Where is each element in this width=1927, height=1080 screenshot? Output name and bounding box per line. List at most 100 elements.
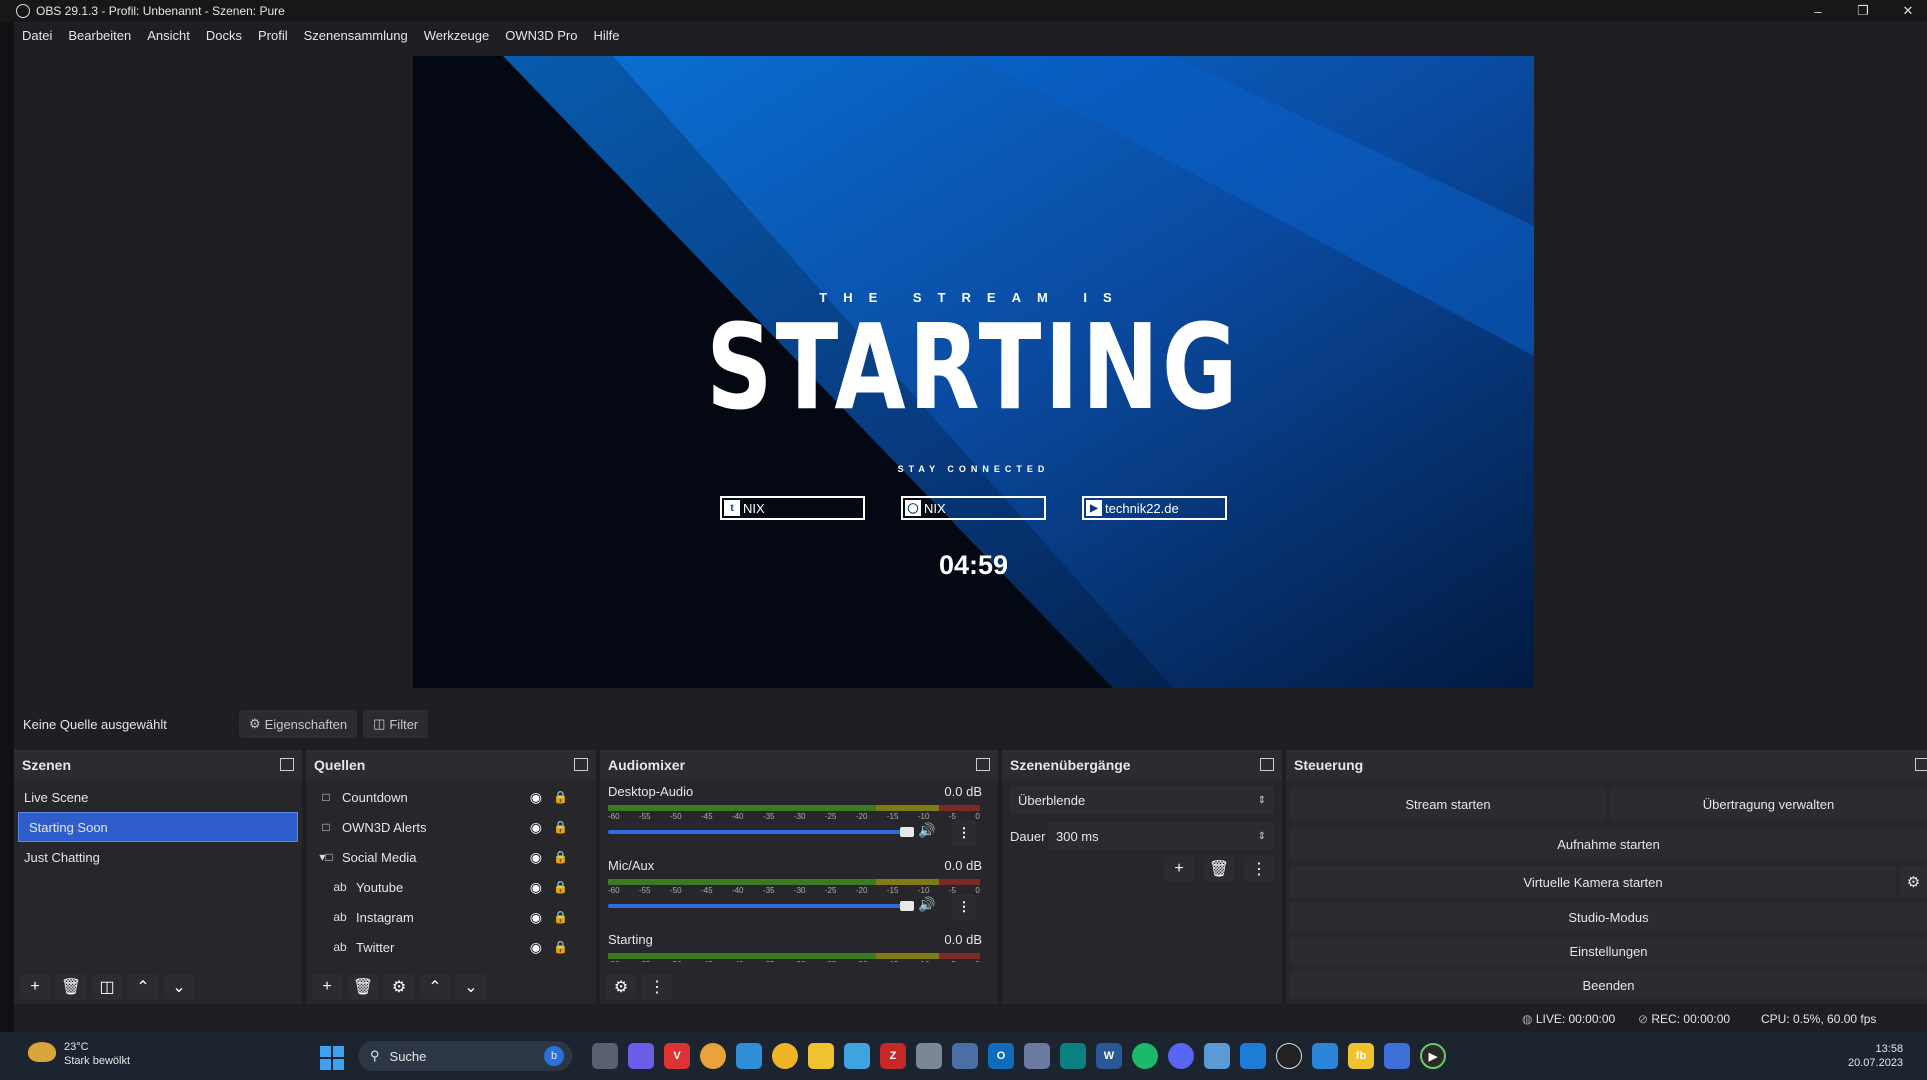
- undock-icon[interactable]: [574, 758, 588, 771]
- eye-icon[interactable]: ◉: [530, 939, 542, 956]
- preview-canvas[interactable]: THE STREAM IS STARTING STAY CONNECTED t …: [413, 56, 1534, 688]
- scene-item[interactable]: Live Scene: [14, 782, 302, 812]
- eye-icon[interactable]: ◉: [530, 909, 542, 926]
- task-view-icon[interactable]: [592, 1043, 618, 1069]
- lock-icon[interactable]: 🔒: [553, 790, 568, 804]
- scene-item-selected[interactable]: Starting Soon: [18, 812, 298, 842]
- menu-docks[interactable]: Docks: [198, 28, 250, 43]
- app-blue-icon[interactable]: [1204, 1043, 1230, 1069]
- store-icon[interactable]: [1240, 1043, 1266, 1069]
- volume-slider-handle[interactable]: [900, 901, 914, 911]
- maximize-button[interactable]: ❐: [1840, 0, 1886, 22]
- outlook-icon[interactable]: O: [988, 1043, 1014, 1069]
- clock[interactable]: 13:58 20.07.2023: [1848, 1042, 1903, 1070]
- menu-szenensammlung[interactable]: Szenensammlung: [296, 28, 416, 43]
- chrome-icon[interactable]: [700, 1043, 726, 1069]
- virtual-camera-button[interactable]: Virtuelle Kamera starten: [1290, 866, 1896, 898]
- taskbar-search[interactable]: ⚲ Suche b: [358, 1041, 572, 1071]
- stream-start-button[interactable]: Stream starten: [1290, 788, 1606, 820]
- add-transition-button[interactable]: +: [1164, 856, 1194, 882]
- undock-icon[interactable]: [1260, 758, 1274, 771]
- add-scene-button[interactable]: +: [20, 974, 50, 1000]
- eye-icon[interactable]: ◉: [530, 789, 542, 806]
- file-explorer-icon[interactable]: [808, 1043, 834, 1069]
- weather-widget[interactable]: 23°C Stark bewölkt: [64, 1040, 130, 1068]
- advanced-audio-button[interactable]: ⚙: [606, 974, 636, 1000]
- fb-app-icon[interactable]: fb: [1348, 1043, 1374, 1069]
- settings-button[interactable]: Einstellungen: [1290, 937, 1927, 965]
- move-up-button[interactable]: ⌃: [128, 974, 158, 1000]
- menu-bearbeiten[interactable]: Bearbeiten: [60, 28, 139, 43]
- undock-icon[interactable]: [280, 758, 294, 771]
- obs-taskbar-icon[interactable]: [1276, 1043, 1302, 1069]
- volume-slider-handle[interactable]: [900, 827, 914, 837]
- remote-desktop-icon[interactable]: [1024, 1043, 1050, 1069]
- duration-spinbox[interactable]: 300 ms ⇕: [1048, 822, 1274, 850]
- add-source-button[interactable]: +: [312, 974, 342, 1000]
- menu-datei[interactable]: Datei: [14, 28, 60, 43]
- scene-filter-button[interactable]: ◫: [92, 974, 122, 1000]
- transition-select[interactable]: Überblende ⇕: [1010, 786, 1274, 814]
- source-properties-button[interactable]: ⚙: [384, 974, 414, 1000]
- move-down-button[interactable]: ⌄: [164, 974, 194, 1000]
- lock-icon[interactable]: 🔒: [553, 880, 568, 894]
- browser-icon[interactable]: [736, 1043, 762, 1069]
- scanner-icon[interactable]: [1384, 1043, 1410, 1069]
- studio-mode-button[interactable]: Studio-Modus: [1290, 903, 1927, 931]
- channel-menu-button[interactable]: ⋮: [952, 894, 976, 920]
- record-start-button[interactable]: Aufnahme starten: [1290, 828, 1927, 860]
- eye-icon[interactable]: ◉: [530, 849, 542, 866]
- virtual-camera-gear-icon[interactable]: ⚙: [1900, 866, 1927, 898]
- source-group[interactable]: ▾□ Social Media ◉ 🔒: [306, 842, 596, 872]
- eye-icon[interactable]: ◉: [530, 879, 542, 896]
- speaker-icon[interactable]: 🔊: [918, 896, 935, 913]
- source-item[interactable]: ab Twitter ◉ 🔒: [306, 932, 596, 962]
- remove-source-button[interactable]: 🗑: [348, 974, 378, 1000]
- media-player-icon[interactable]: ▶: [1420, 1043, 1446, 1069]
- lock-icon[interactable]: 🔒: [553, 940, 568, 954]
- move-down-button[interactable]: ⌄: [456, 974, 486, 1000]
- undock-icon[interactable]: [1915, 758, 1927, 771]
- sync-icon[interactable]: [1312, 1043, 1338, 1069]
- remove-transition-button[interactable]: 🗑: [1204, 856, 1234, 882]
- transition-menu-button[interactable]: ⋮: [1244, 856, 1274, 882]
- lock-icon[interactable]: 🔒: [553, 910, 568, 924]
- remove-scene-button[interactable]: 🗑: [56, 974, 86, 1000]
- source-item[interactable]: □ Countdown ◉ 🔒: [306, 782, 596, 812]
- teams-icon[interactable]: [628, 1043, 654, 1069]
- properties-button[interactable]: ⚙ Eigenschaften: [239, 710, 358, 738]
- weather-app-icon[interactable]: [772, 1043, 798, 1069]
- filter-button[interactable]: ◫ Filter: [363, 710, 429, 738]
- network-icon[interactable]: [952, 1043, 978, 1069]
- menu-hilfe[interactable]: Hilfe: [585, 28, 627, 43]
- lock-icon[interactable]: 🔒: [553, 850, 568, 864]
- undock-icon[interactable]: [976, 758, 990, 771]
- menu-profil[interactable]: Profil: [250, 28, 296, 43]
- word-icon[interactable]: W: [1096, 1043, 1122, 1069]
- menu-own3d[interactable]: OWN3D Pro: [497, 28, 585, 43]
- filezilla-icon[interactable]: Z: [880, 1043, 906, 1069]
- vivaldi-icon[interactable]: V: [664, 1043, 690, 1069]
- source-item[interactable]: ab Instagram ◉ 🔒: [306, 902, 596, 932]
- eye-icon[interactable]: ◉: [530, 819, 542, 836]
- notepad-icon[interactable]: [844, 1043, 870, 1069]
- close-button[interactable]: ✕: [1885, 0, 1927, 22]
- minimize-button[interactable]: –: [1795, 0, 1841, 22]
- scene-item[interactable]: Just Chatting: [14, 842, 302, 872]
- app-green-icon[interactable]: [1132, 1043, 1158, 1069]
- lock-icon[interactable]: 🔒: [553, 820, 568, 834]
- windows-start-icon[interactable]: [320, 1046, 344, 1070]
- mixer-menu-button[interactable]: ⋮: [642, 974, 672, 1000]
- channel-menu-button[interactable]: ⋮: [952, 820, 976, 846]
- source-item[interactable]: ab Youtube ◉ 🔒: [306, 872, 596, 902]
- source-item[interactable]: □ OWN3D Alerts ◉ 🔒: [306, 812, 596, 842]
- volume-slider[interactable]: [608, 904, 908, 908]
- menu-werkzeuge[interactable]: Werkzeuge: [416, 28, 498, 43]
- speaker-icon[interactable]: 🔊: [918, 822, 935, 839]
- manage-broadcast-button[interactable]: Übertragung verwalten: [1610, 788, 1927, 820]
- app-icon[interactable]: [1060, 1043, 1086, 1069]
- volume-slider[interactable]: [608, 830, 908, 834]
- discord-icon[interactable]: [1168, 1043, 1194, 1069]
- exit-button[interactable]: Beenden: [1290, 971, 1927, 999]
- move-up-button[interactable]: ⌃: [420, 974, 450, 1000]
